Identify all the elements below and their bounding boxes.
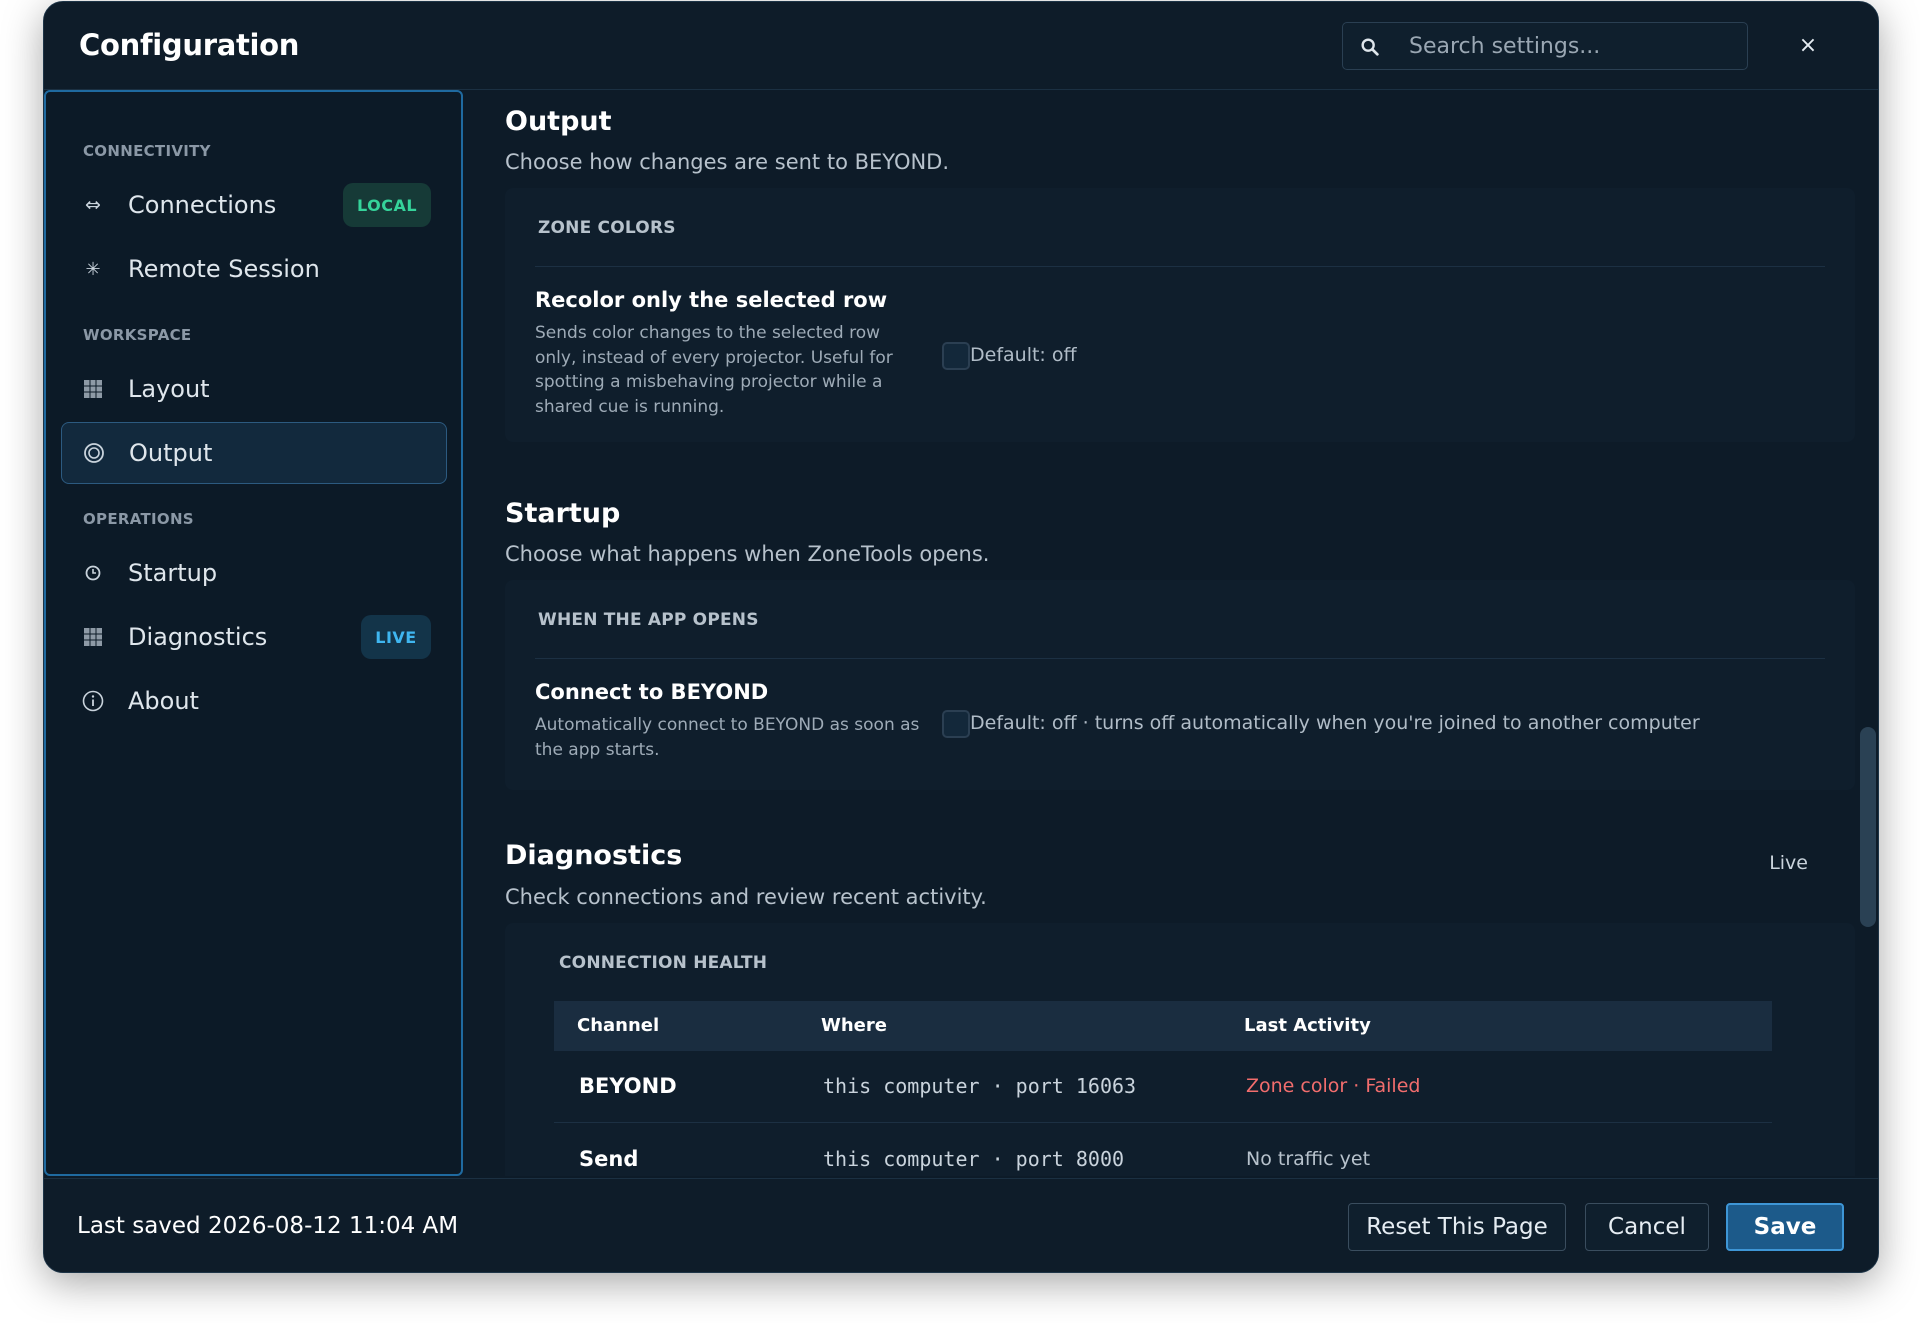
grid-icon (81, 625, 105, 649)
sidebar-item-label: Remote Session (128, 255, 320, 283)
sidebar-item-remote-session[interactable]: ✳ Remote Session (61, 238, 447, 300)
output-section-title: Output (505, 106, 612, 137)
sidebar-item-label: Connections (128, 191, 277, 219)
live-indicator: Live (1769, 852, 1808, 874)
option-title: Recolor only the selected row (535, 288, 888, 312)
option-default-text: Default: off · turns off automatically w… (970, 712, 1700, 734)
option-description: Sends color changes to the selected row … (535, 323, 893, 417)
dialog-title: Configuration (79, 28, 300, 62)
connection-health-card: CONNECTION HEALTH Channel Where Last Act… (505, 923, 1855, 1176)
clock-icon (81, 561, 105, 585)
dialog-header: Configuration × (44, 2, 1878, 90)
last-activity-cell: Zone color · Failed (1246, 1075, 1421, 1097)
card-heading: CONNECTION HEALTH (559, 953, 768, 973)
close-button[interactable]: × (1794, 32, 1822, 60)
card-heading: WHEN THE APP OPENS (538, 610, 759, 630)
search-icon (1361, 38, 1379, 56)
info-icon (81, 689, 105, 713)
sidebar-item-label: Layout (128, 375, 210, 403)
column-header-last-activity: Last Activity (1244, 1015, 1371, 1036)
column-header-where: Where (821, 1015, 887, 1036)
recolor-selected-row-checkbox[interactable] (942, 342, 970, 370)
where-cell: this computer · port 8000 (823, 1147, 1125, 1171)
when-app-opens-card: WHEN THE APP OPENS Connect to BEYOND Aut… (505, 580, 1855, 790)
sidebar-item-label: About (128, 687, 199, 715)
arrows-left-right-icon: ⇔ (85, 194, 101, 216)
cancel-button[interactable]: Cancel (1585, 1203, 1709, 1251)
diagnostics-section-title: Diagnostics (505, 840, 683, 871)
channel-cell: Send (579, 1147, 639, 1171)
configuration-dialog: Configuration × CONNECTIVITY ⇔ Connectio… (43, 1, 1879, 1273)
table-row: Send this computer · port 8000 No traffi… (554, 1124, 1772, 1176)
diagnostics-section-subtitle: Check connections and review recent acti… (505, 885, 987, 909)
option-description: Automatically connect to BEYOND as soon … (535, 715, 920, 760)
sidebar-section-connectivity: CONNECTIVITY (83, 142, 211, 160)
option-title: Connect to BEYOND (535, 680, 769, 704)
sidebar-item-layout[interactable]: Layout (61, 358, 447, 420)
save-button[interactable]: Save (1726, 1203, 1844, 1251)
sidebar: CONNECTIVITY ⇔ Connections LOCAL ✳ Remot… (44, 90, 463, 1176)
table-row: BEYOND this computer · port 16063 Zone c… (554, 1051, 1772, 1123)
where-cell: this computer · port 16063 (823, 1074, 1137, 1098)
zone-colors-card: ZONE COLORS Recolor only the selected ro… (505, 188, 1855, 442)
startup-section-title: Startup (505, 498, 621, 529)
card-heading: ZONE COLORS (538, 218, 676, 238)
sidebar-section-workspace: WORKSPACE (83, 326, 192, 344)
table-header: Channel Where Last Activity (554, 1001, 1772, 1051)
sidebar-item-label: Startup (128, 559, 218, 587)
output-section-subtitle: Choose how changes are sent to BEYOND. (505, 150, 950, 174)
sidebar-item-label: Diagnostics (128, 623, 268, 651)
dialog-footer: Last saved 2026-08-12 11:04 AM Reset Thi… (44, 1178, 1878, 1272)
sidebar-item-output[interactable]: Output (61, 422, 447, 484)
connect-to-beyond-checkbox[interactable] (942, 710, 970, 738)
reset-page-button[interactable]: Reset This Page (1348, 1203, 1566, 1251)
sidebar-item-diagnostics[interactable]: Diagnostics LIVE (61, 606, 447, 668)
grid-icon (81, 377, 105, 401)
local-badge: LOCAL (343, 183, 431, 227)
last-activity-cell: No traffic yet (1246, 1148, 1371, 1170)
sidebar-item-label: Output (129, 439, 213, 467)
column-header-channel: Channel (577, 1015, 660, 1036)
radio-target-icon (82, 441, 106, 465)
sidebar-item-about[interactable]: About (61, 670, 447, 732)
option-default-text: Default: off (970, 344, 1077, 366)
search-input[interactable] (1409, 23, 1739, 69)
live-badge: LIVE (361, 615, 431, 659)
sidebar-section-operations: OPERATIONS (83, 510, 194, 528)
search-box[interactable] (1342, 22, 1748, 70)
sidebar-item-startup[interactable]: Startup (61, 542, 447, 604)
divider (535, 266, 1825, 267)
startup-section-subtitle: Choose what happens when ZoneTools opens… (505, 542, 990, 566)
asterisk-icon: ✳ (85, 258, 101, 280)
main-scrollbar[interactable] (1860, 727, 1876, 927)
sidebar-item-connections[interactable]: ⇔ Connections LOCAL (61, 174, 447, 236)
last-saved-text: Last saved 2026-08-12 11:04 AM (77, 1213, 459, 1239)
divider (535, 658, 1825, 659)
channel-cell: BEYOND (579, 1074, 677, 1098)
main-content[interactable]: Output Choose how changes are sent to BE… (463, 90, 1878, 1176)
